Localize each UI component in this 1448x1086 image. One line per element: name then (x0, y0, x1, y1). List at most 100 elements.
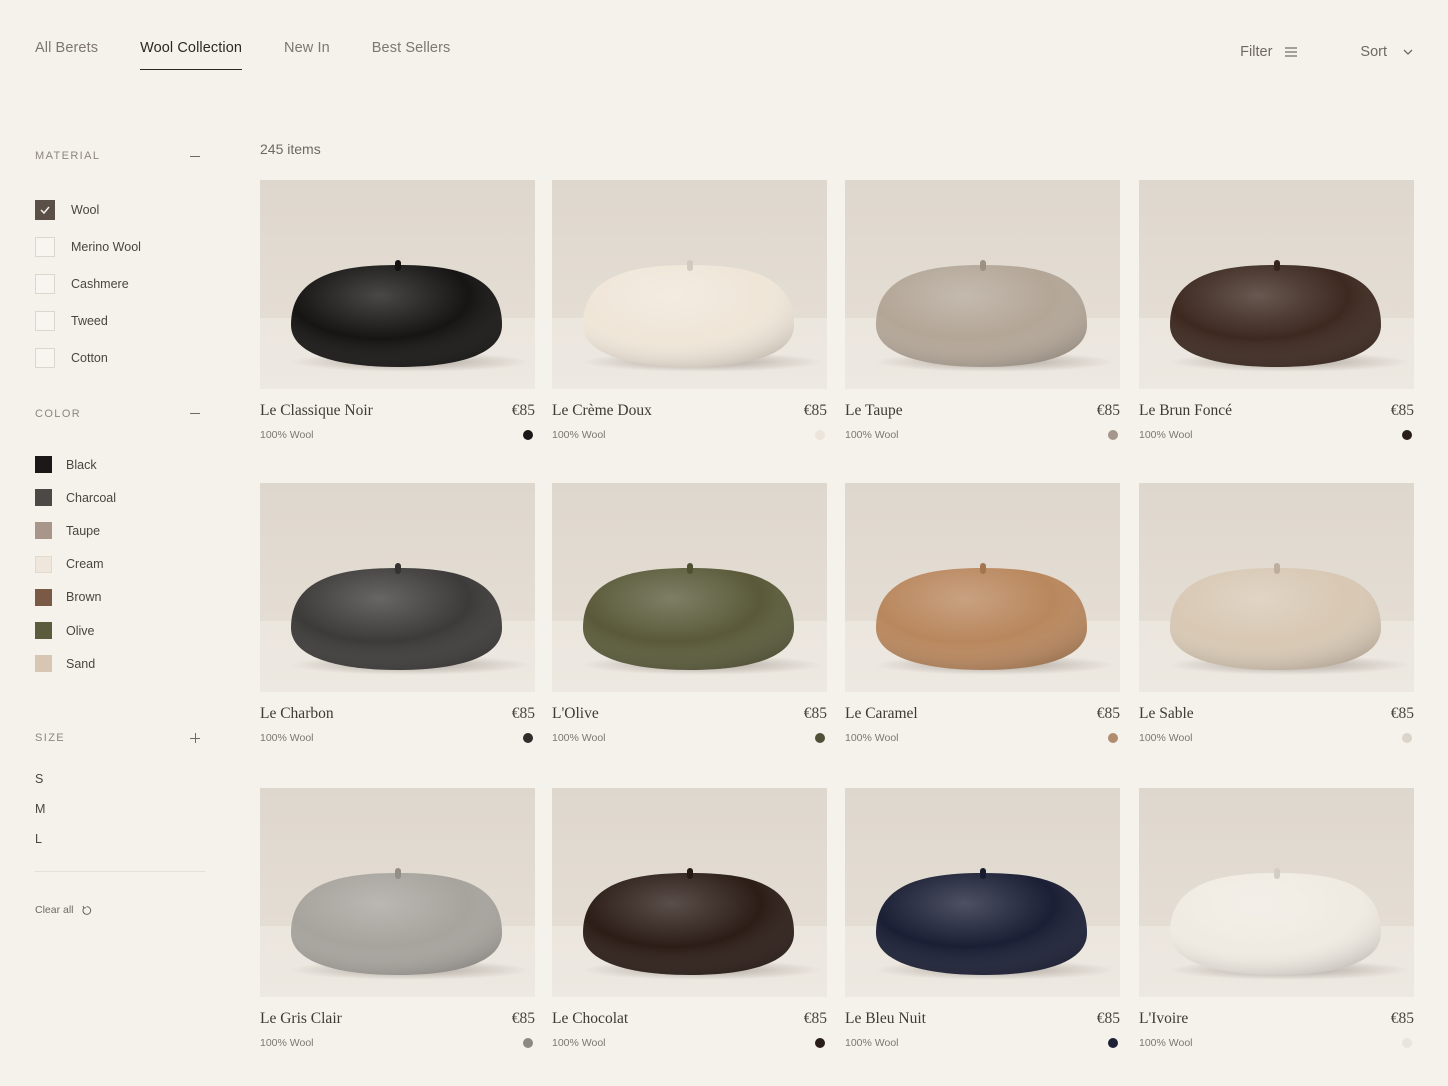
checkbox-checked[interactable] (35, 200, 55, 221)
product-price: €85 (511, 705, 535, 722)
expand-size-icon[interactable] (188, 731, 202, 745)
product-card[interactable]: Le Brun Foncé €85 100% Wool (1139, 180, 1414, 441)
beret-image (582, 260, 822, 372)
beret-image (290, 260, 530, 372)
product-name[interactable]: Le Taupe (845, 402, 903, 420)
filter-button[interactable]: Filter (1240, 44, 1298, 60)
material-option-cashmere[interactable]: Cashmere (35, 266, 205, 303)
product-name[interactable]: Le Gris Clair (260, 1010, 342, 1028)
product-image[interactable] (552, 180, 827, 389)
color-dot (1108, 1038, 1118, 1048)
product-card[interactable]: L'Olive €85 100% Wool (552, 483, 827, 744)
product-name[interactable]: L'Olive (552, 705, 599, 723)
product-card[interactable]: Le Classique Noir €85 100% Wool (260, 180, 535, 441)
tab-new-in[interactable]: New In (284, 40, 330, 70)
product-card[interactable]: Le Sable €85 100% Wool (1139, 483, 1414, 744)
color-option-brown[interactable]: Brown (35, 581, 205, 614)
checkbox[interactable] (35, 273, 55, 294)
product-card[interactable]: Le Caramel €85 100% Wool (845, 483, 1120, 744)
clear-all-button[interactable]: Clear all (35, 904, 205, 916)
product-price: €85 (1096, 705, 1120, 722)
product-material: 100% Wool (552, 1037, 606, 1049)
product-image[interactable] (260, 180, 535, 389)
collapse-material-icon[interactable] (188, 149, 202, 163)
size-option-s[interactable]: S (35, 771, 205, 801)
product-card[interactable]: Le Crème Doux €85 100% Wool (552, 180, 827, 441)
filter-lines-icon (1285, 47, 1298, 57)
product-name[interactable]: Le Crème Doux (552, 402, 652, 420)
product-price: €85 (511, 1010, 535, 1027)
product-image[interactable] (552, 788, 827, 997)
checkbox[interactable] (35, 237, 55, 258)
material-option-wool[interactable]: Wool (35, 192, 205, 229)
category-tabs: All Berets Wool Collection New In Best S… (35, 40, 492, 70)
color-section-header: COLOR (35, 398, 205, 430)
size-section: SIZE S M L Clear all (35, 722, 205, 916)
product-name[interactable]: Le Classique Noir (260, 402, 373, 420)
product-meta: Le Gris Clair €85 (260, 1010, 535, 1028)
color-option-cream[interactable]: Cream (35, 548, 205, 581)
sort-button[interactable]: Sort (1360, 44, 1414, 60)
material-option-cotton[interactable]: Cotton (35, 339, 205, 376)
color-option-olive[interactable]: Olive (35, 614, 205, 647)
product-price: €85 (511, 402, 535, 419)
product-card[interactable]: Le Charbon €85 100% Wool (260, 483, 535, 744)
checkbox[interactable] (35, 310, 55, 331)
product-image[interactable] (845, 788, 1120, 997)
product-name[interactable]: L'Ivoire (1139, 1010, 1188, 1028)
product-price: €85 (1096, 1010, 1120, 1027)
color-option-sand[interactable]: Sand (35, 647, 205, 680)
material-option-tweed[interactable]: Tweed (35, 302, 205, 339)
sidebar-divider (35, 871, 205, 873)
product-image[interactable] (1139, 788, 1414, 997)
product-meta: Le Caramel €85 (845, 705, 1120, 723)
product-meta-secondary: 100% Wool (1139, 1037, 1414, 1049)
product-image[interactable] (260, 483, 535, 692)
product-image[interactable] (260, 788, 535, 997)
product-material: 100% Wool (552, 429, 606, 441)
product-image[interactable] (552, 483, 827, 692)
product-meta-secondary: 100% Wool (845, 1037, 1120, 1049)
product-meta: Le Taupe €85 (845, 402, 1120, 420)
product-meta-secondary: 100% Wool (552, 429, 827, 441)
product-image[interactable] (1139, 180, 1414, 389)
product-meta: L'Ivoire €85 (1139, 1010, 1414, 1028)
product-card[interactable]: Le Bleu Nuit €85 100% Wool (845, 788, 1120, 1049)
product-name[interactable]: Le Brun Foncé (1139, 402, 1232, 420)
product-name[interactable]: Le Caramel (845, 705, 918, 723)
size-option-m[interactable]: M (35, 801, 205, 831)
reset-icon (82, 905, 91, 915)
tab-all-berets[interactable]: All Berets (35, 40, 98, 70)
collapse-color-icon[interactable] (188, 407, 202, 421)
product-meta: Le Chocolat €85 (552, 1010, 827, 1028)
product-card[interactable]: Le Taupe €85 100% Wool (845, 180, 1120, 441)
product-meta-secondary: 100% Wool (1139, 429, 1414, 441)
size-section-header: SIZE (35, 722, 205, 754)
material-option-merino-wool[interactable]: Merino Wool (35, 229, 205, 266)
product-image[interactable] (1139, 483, 1414, 692)
checkbox[interactable] (35, 347, 55, 368)
color-option-charcoal[interactable]: Charcoal (35, 481, 205, 514)
size-option-l[interactable]: L (35, 831, 205, 861)
product-name[interactable]: Le Chocolat (552, 1010, 628, 1028)
product-name[interactable]: Le Charbon (260, 705, 334, 723)
product-material: 100% Wool (552, 732, 606, 744)
beret-image (1169, 563, 1409, 675)
color-option-black[interactable]: Black (35, 448, 205, 481)
beret-image (875, 563, 1115, 675)
material-label: Cashmere (71, 276, 129, 291)
product-name[interactable]: Le Bleu Nuit (845, 1010, 926, 1028)
product-card[interactable]: Le Gris Clair €85 100% Wool (260, 788, 535, 1049)
product-card[interactable]: L'Ivoire €85 100% Wool (1139, 788, 1414, 1049)
clear-all-label: Clear all (35, 904, 74, 917)
product-meta-secondary: 100% Wool (552, 1037, 827, 1049)
product-image[interactable] (845, 483, 1120, 692)
color-option-taupe[interactable]: Taupe (35, 514, 205, 547)
product-name[interactable]: Le Sable (1139, 705, 1194, 723)
tab-best-sellers[interactable]: Best Sellers (372, 40, 451, 70)
product-image[interactable] (845, 180, 1120, 389)
tab-wool-collection[interactable]: Wool Collection (140, 40, 243, 70)
filter-sidebar: MATERIAL Wool Merino Wool Cashmere Tweed… (35, 140, 205, 916)
color-title: COLOR (35, 407, 82, 420)
product-card[interactable]: Le Chocolat €85 100% Wool (552, 788, 827, 1049)
